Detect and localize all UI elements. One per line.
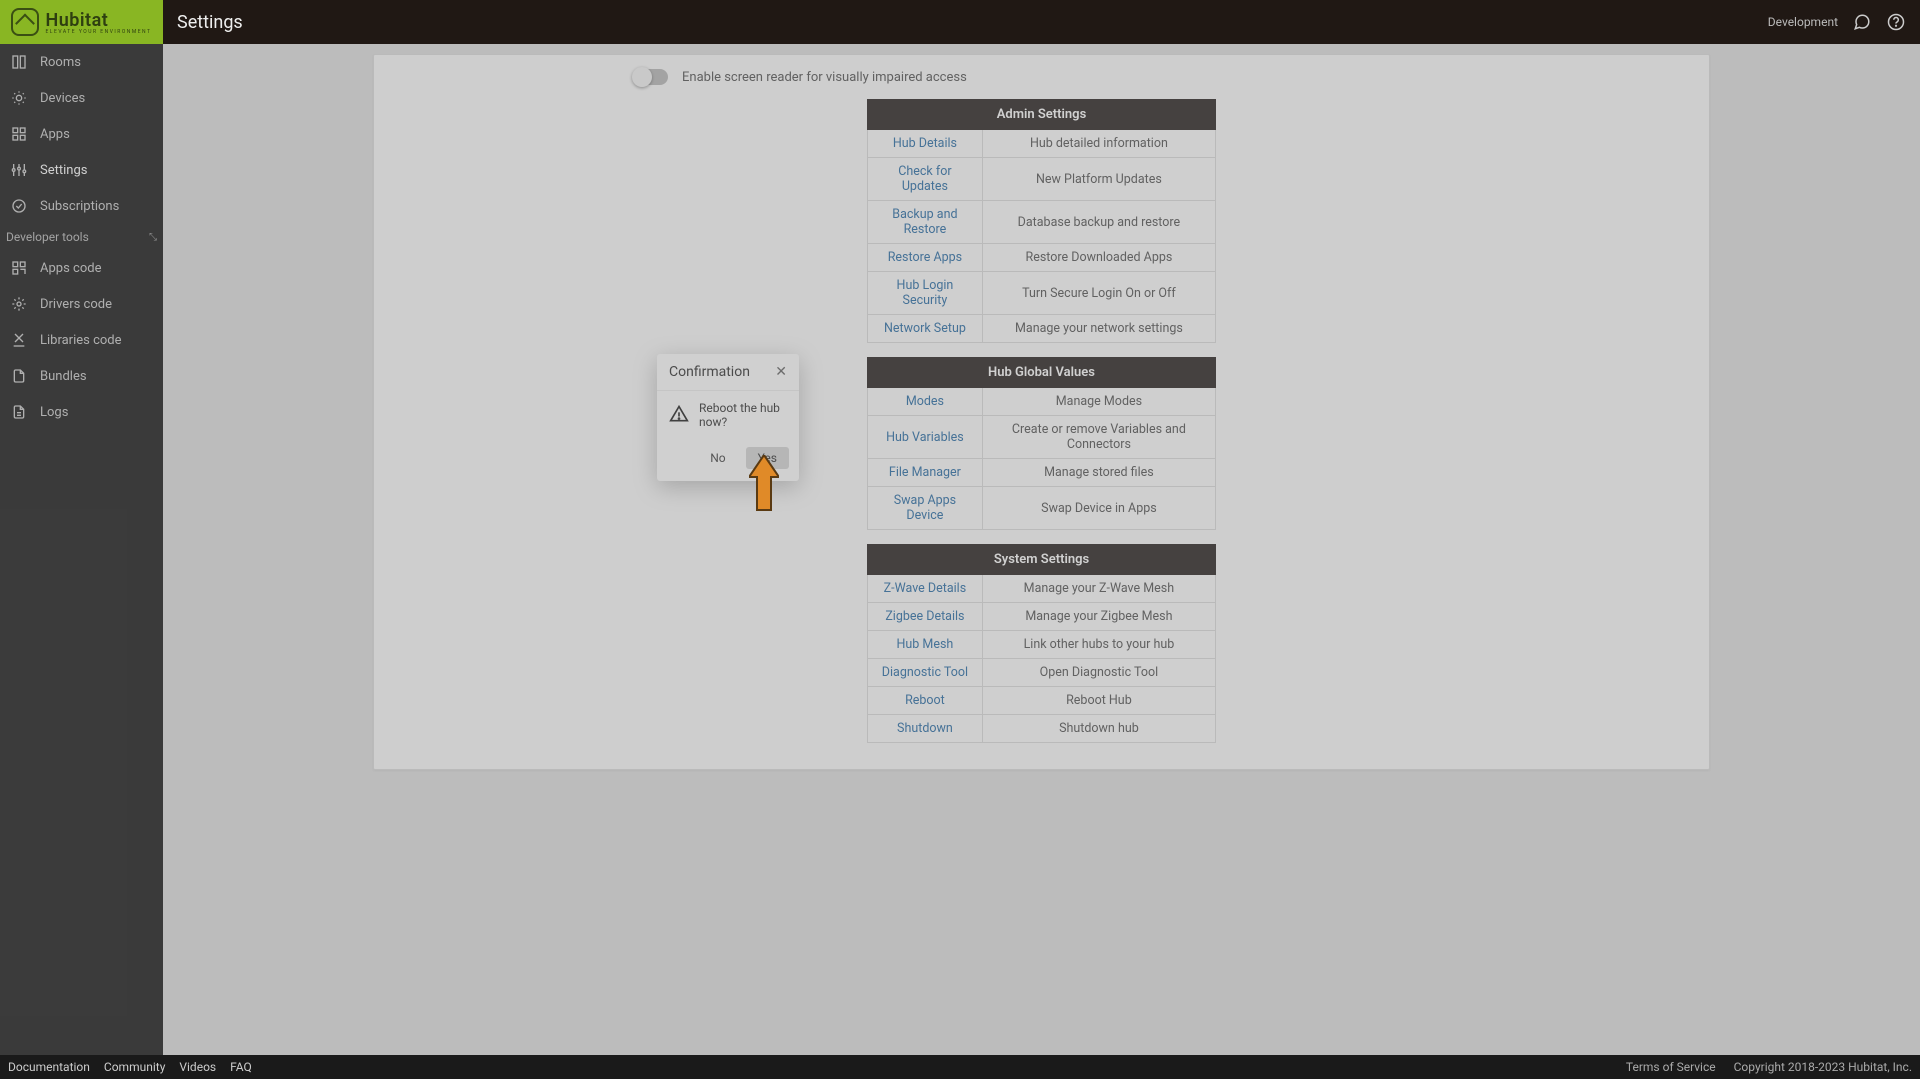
footer-link-faq[interactable]: FAQ: [230, 1060, 252, 1074]
footer-link-community[interactable]: Community: [104, 1060, 165, 1074]
footer-link-videos[interactable]: Videos: [179, 1060, 216, 1074]
page-title: Settings: [177, 12, 1768, 33]
chat-icon[interactable]: [1852, 12, 1872, 32]
footer-link-tos[interactable]: Terms of Service: [1626, 1060, 1716, 1074]
topbar: Hubitat ELEVATE YOUR ENVIRONMENT Setting…: [0, 0, 1920, 44]
modal-overlay: [0, 44, 1920, 1055]
brand-tagline: ELEVATE YOUR ENVIRONMENT: [45, 29, 151, 35]
brand-logo[interactable]: Hubitat ELEVATE YOUR ENVIRONMENT: [0, 0, 163, 44]
env-label: Development: [1768, 15, 1838, 29]
help-icon[interactable]: [1886, 12, 1906, 32]
brand-name: Hubitat: [45, 10, 108, 31]
footer-copyright: Copyright 2018-2023 Hubitat, Inc.: [1734, 1060, 1912, 1074]
footer-link-documentation[interactable]: Documentation: [8, 1060, 90, 1074]
brand-logo-mark: [11, 8, 39, 36]
footer: Documentation Community Videos FAQ Terms…: [0, 1055, 1920, 1079]
